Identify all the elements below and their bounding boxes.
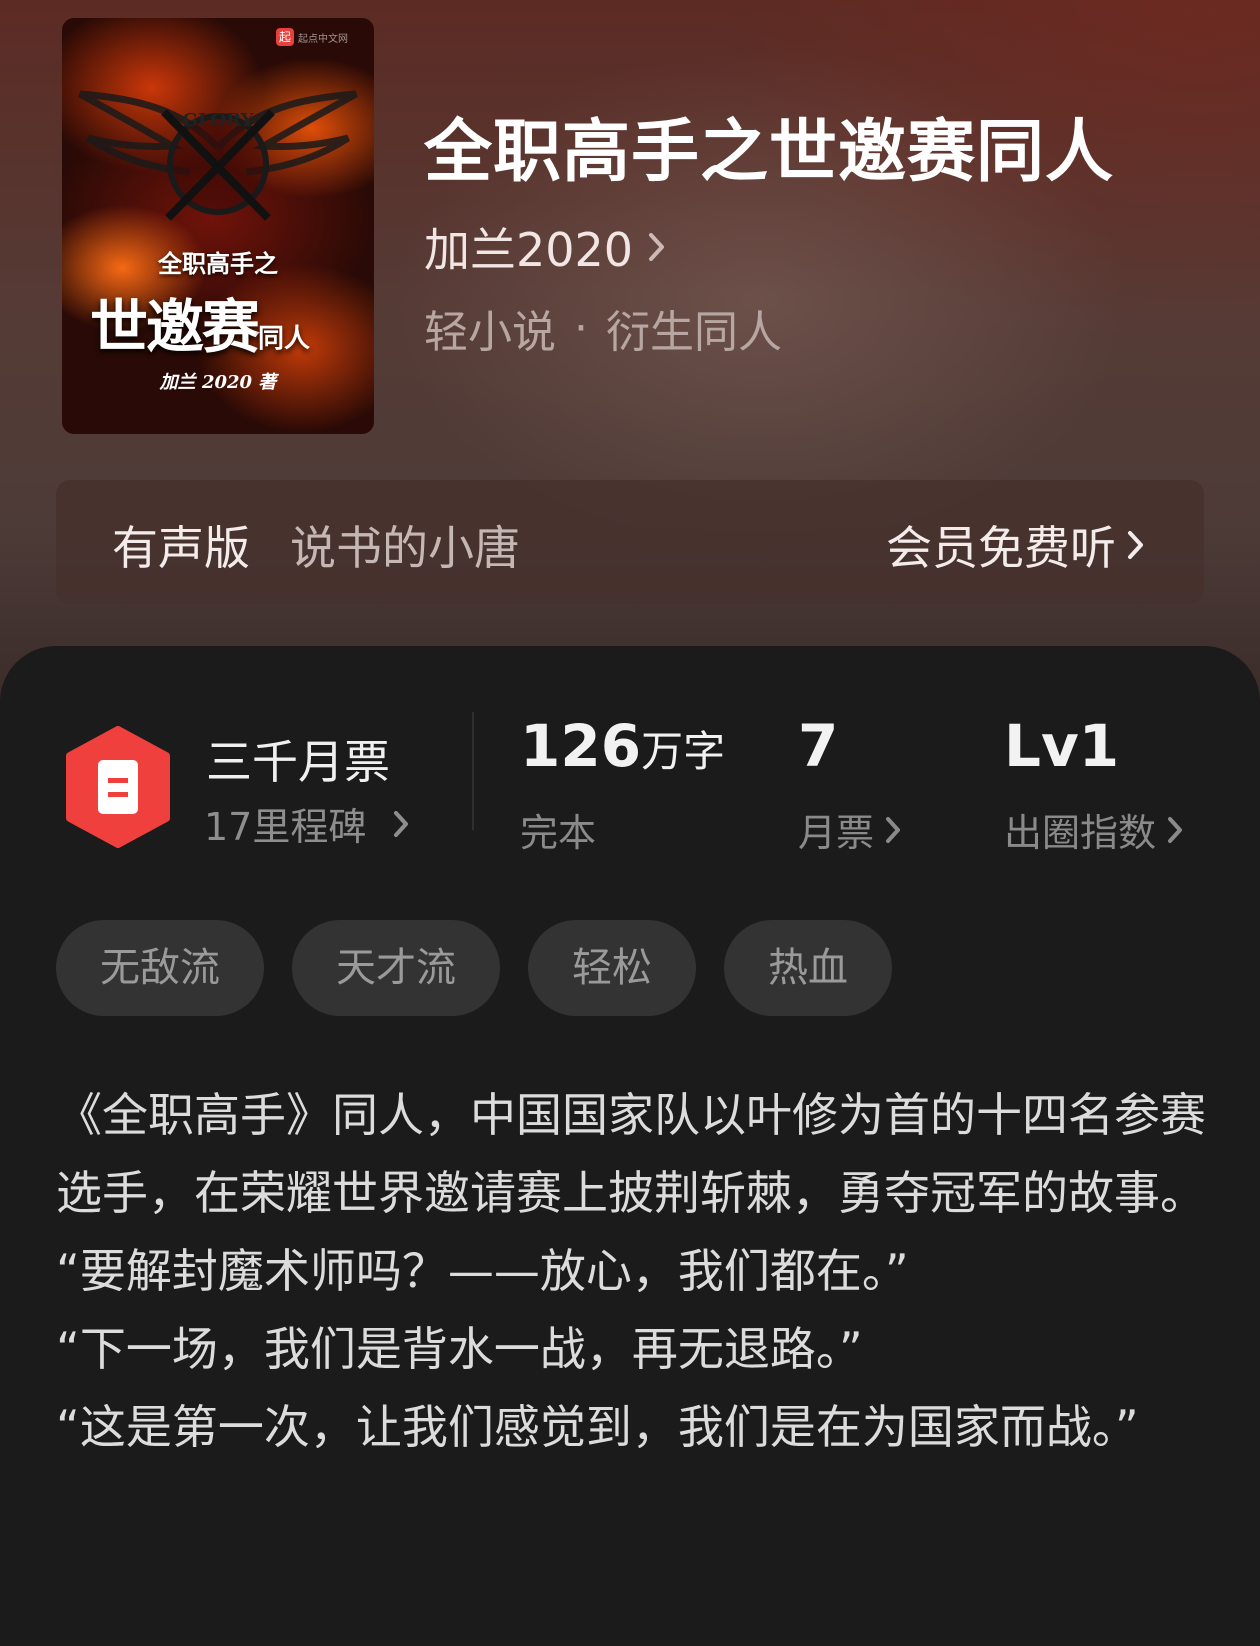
glory-emblem-icon: GLORY (78, 90, 358, 221)
word-count-value: 126万字 (520, 712, 726, 780)
audiobook-narrator: 说书的小唐 (290, 521, 520, 575)
tag-chip[interactable]: 无敌流 (56, 920, 264, 1016)
book-description: 《全职高手》同人，中国国家队以叶修为首的十四名参赛选手，在荣耀世界邀请赛上披荆斩… (56, 1088, 1206, 1454)
member-free-listen-button[interactable]: 会员免费听 (886, 512, 1146, 578)
cover-main-title: 世邀赛同人 (90, 293, 311, 361)
chevron-right-icon (1128, 531, 1143, 559)
genre-row: 轻小说 · 衍生同人 (424, 296, 782, 360)
chevron-right-icon (394, 810, 409, 837)
tag-chip[interactable]: 天才流 (292, 920, 500, 1016)
author-name: 加兰2020 (424, 223, 634, 277)
author-link[interactable]: 加兰2020 (424, 214, 667, 280)
tag-chip[interactable]: 热血 (724, 920, 892, 1016)
tag-list: 无敌流 天才流 轻松 热血 (56, 920, 892, 1016)
audiobook-label: 有声版 (112, 521, 250, 575)
category-label[interactable]: 轻小说 (424, 296, 556, 360)
publisher-logo-icon: 起 (276, 28, 294, 46)
emblem-text: GLORY (183, 110, 255, 131)
cover-subtitle: 全职高手之 (158, 249, 278, 278)
monthly-votes-value: 7 (798, 712, 839, 780)
cover-author: 加兰 2020 著 (159, 372, 277, 393)
cover-publisher-logo: 起 起点中文网 (276, 28, 360, 46)
chevron-right-icon (1168, 816, 1183, 843)
genre-separator: · (574, 302, 588, 354)
monthly-ticket-badge-icon[interactable] (62, 726, 174, 848)
subcategory-label[interactable]: 衍生同人 (606, 296, 782, 360)
chevron-right-icon (649, 233, 665, 261)
book-cover[interactable]: 起 起点中文网 GLORY 全职高手之 世邀赛同人 加兰 2020 著 (62, 18, 374, 434)
audiobook-bar[interactable]: 有声版 说书的小唐 会员免费听 (56, 480, 1204, 604)
completion-status: 完本 (520, 811, 597, 855)
influence-level-value: Lv1 (1004, 712, 1120, 780)
tag-chip[interactable]: 轻松 (528, 920, 696, 1016)
stats-divider (472, 712, 474, 830)
chevron-right-icon (886, 816, 901, 843)
book-title: 全职高手之世邀赛同人 (424, 112, 1115, 192)
influence-index-link[interactable]: 出圈指数 (1004, 802, 1184, 857)
ticket-milestone[interactable]: 17里程碑 (204, 796, 410, 851)
monthly-votes-link[interactable]: 月票 (798, 802, 902, 857)
ticket-title[interactable]: 三千月票 (206, 726, 390, 792)
